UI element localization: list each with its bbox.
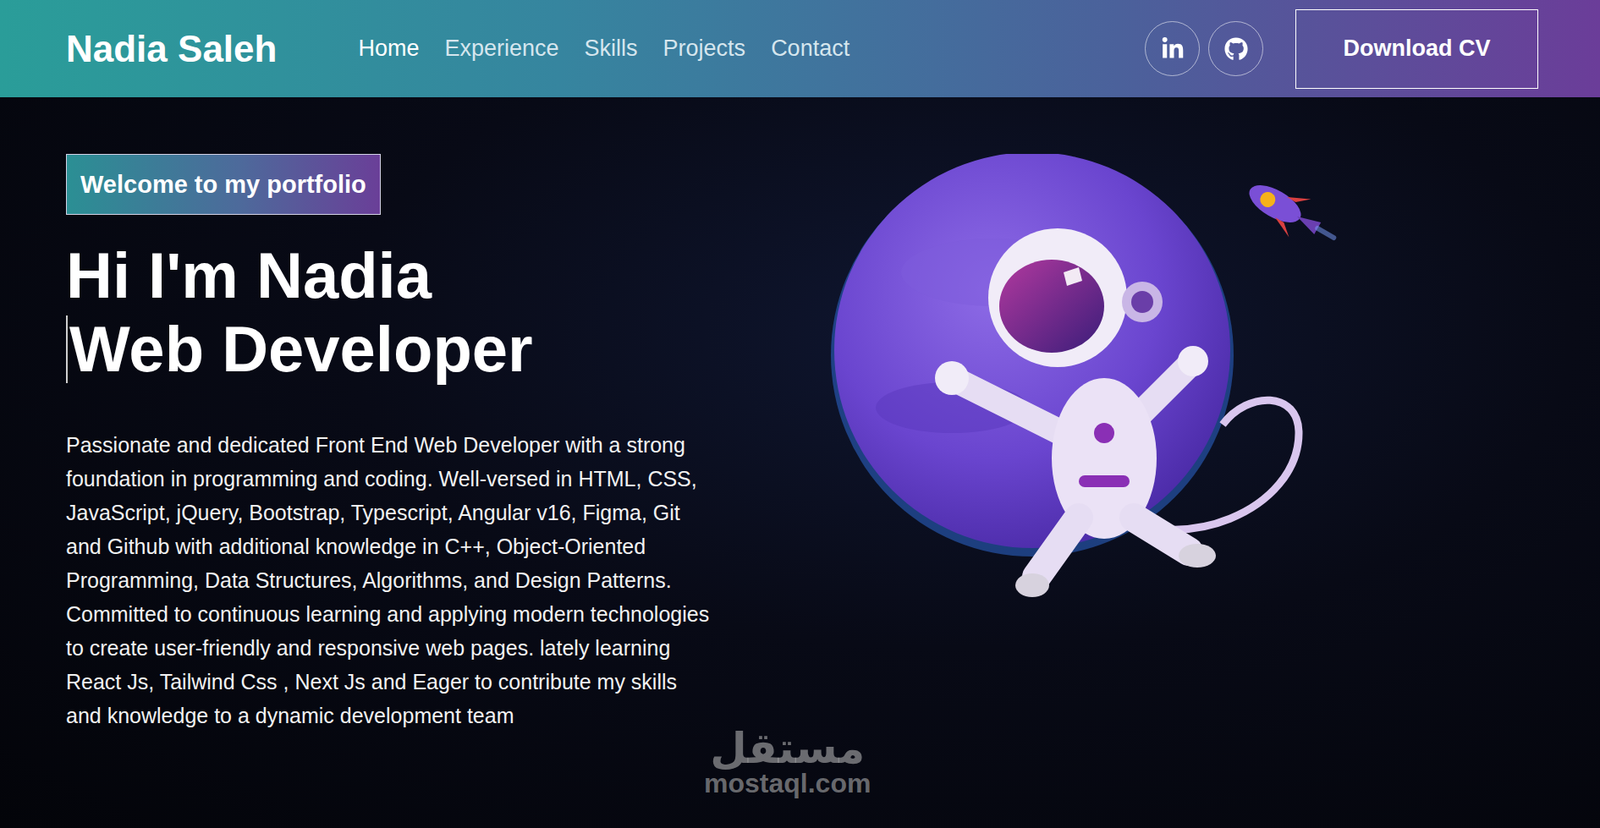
hero-section: Welcome to my portfolio Hi I'm NadiaWeb D… (0, 97, 1600, 733)
hero-description: Passionate and dedicated Front End Web D… (65, 428, 718, 733)
nav-link[interactable]: Home (357, 35, 419, 62)
nav-link[interactable]: Projects (663, 35, 747, 62)
nav-link[interactable]: Experience (444, 35, 559, 62)
portfolio-page: Nadia Saleh Home Experience Skills Projects C… (0, 0, 1600, 828)
planet-icon (830, 153, 1234, 557)
nav-menu: Home Experience Skills Projects Contact (357, 35, 850, 62)
hero-title: Hi I'm NadiaWeb Developer (65, 238, 534, 386)
rocket-icon (1239, 170, 1346, 257)
linkedin-icon (1160, 37, 1185, 61)
watermark-arabic: مستقل (709, 727, 865, 770)
logo[interactable]: Nadia Saleh (65, 27, 277, 71)
linkedin-button[interactable] (1144, 21, 1200, 77)
watermark-latin: mostaql.com (703, 769, 871, 798)
nav-link[interactable]: Skills (584, 35, 638, 62)
title-line: Hi I'm Nadia (65, 238, 534, 313)
hero-text: Welcome to my portfolio Hi I'm NadiaWeb D… (65, 153, 769, 733)
navbar: Nadia Saleh Home Experience Skills Projects C… (0, 0, 1600, 98)
github-icon (1224, 37, 1249, 61)
download-cv-button[interactable]: Download CV (1295, 9, 1539, 89)
astronaut-illustration (824, 153, 1350, 628)
title-line: Web Developer (65, 312, 534, 386)
watermark: مستقلmostaql.com (703, 727, 871, 798)
nav-link[interactable]: Contact (770, 35, 850, 62)
welcome-badge: Welcome to my portfolio (65, 153, 381, 215)
astronaut-icon (934, 228, 1299, 598)
social-links (1144, 21, 1264, 77)
typing-caret (65, 315, 68, 384)
github-button[interactable] (1208, 21, 1264, 77)
